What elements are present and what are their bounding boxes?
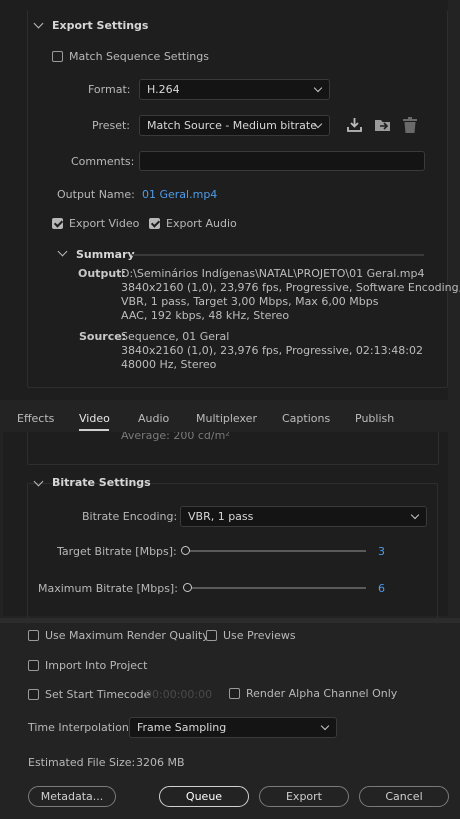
use-max-render-quality-checkbox[interactable] xyxy=(28,630,39,641)
summary-header[interactable]: Summary xyxy=(76,248,135,261)
tab-publish[interactable]: Publish xyxy=(355,412,394,425)
chevron-down-icon xyxy=(313,83,323,93)
set-start-timecode-label[interactable]: Set Start Timecode xyxy=(45,688,150,701)
render-alpha-checkbox[interactable] xyxy=(229,688,240,699)
bitrate-encoding-value: VBR, 1 pass xyxy=(188,510,254,523)
cancel-button[interactable]: Cancel xyxy=(359,786,449,807)
tab-audio[interactable]: Audio xyxy=(138,412,169,425)
preset-value: Match Source - Medium bitrate xyxy=(147,119,317,132)
preset-dropdown[interactable]: Match Source - Medium bitrate xyxy=(139,115,330,136)
save-preset-icon[interactable] xyxy=(346,117,363,133)
time-interpolation-value: Frame Sampling xyxy=(137,721,227,734)
bottom-divider xyxy=(0,618,460,623)
target-bitrate-slider-knob[interactable] xyxy=(181,546,190,555)
use-previews-label[interactable]: Use Previews xyxy=(223,629,296,642)
active-tab-underline xyxy=(79,429,109,431)
export-video-checkbox[interactable] xyxy=(52,218,63,229)
comments-field[interactable] xyxy=(139,151,425,171)
export-video-label[interactable]: Export Video xyxy=(69,217,139,230)
chevron-down-icon xyxy=(320,721,330,731)
chevron-down-icon xyxy=(410,510,420,520)
summary-output-line: AAC, 192 kbps, 48 kHz, Stereo xyxy=(121,309,290,322)
previous-section-box xyxy=(27,432,439,465)
summary-source-line: Sequence, 01 Geral xyxy=(121,330,230,343)
max-bitrate-value[interactable]: 6 xyxy=(378,582,385,595)
summary-divider xyxy=(132,254,424,256)
queue-button[interactable]: Queue xyxy=(159,786,249,807)
export-settings-header[interactable]: Export Settings xyxy=(52,19,148,32)
time-interpolation-label: Time Interpolation: xyxy=(28,721,133,734)
import-preset-icon[interactable] xyxy=(374,117,392,133)
tab-video[interactable]: Video xyxy=(79,412,110,425)
format-label: Format: xyxy=(88,83,131,96)
estimated-file-size-value: 3206 MB xyxy=(136,756,185,769)
format-dropdown[interactable]: H.264 xyxy=(139,79,330,100)
target-bitrate-label: Target Bitrate [Mbps]: xyxy=(57,545,177,558)
bitrate-settings-header[interactable]: Bitrate Settings xyxy=(52,476,151,489)
estimated-file-size-label: Estimated File Size: xyxy=(28,756,136,769)
use-previews-checkbox[interactable] xyxy=(206,630,217,641)
summary-output-label: Output: xyxy=(78,267,126,280)
match-sequence-checkbox[interactable] xyxy=(52,51,63,62)
summary-output-line: 3840x2160 (1,0), 23,976 fps, Progressive… xyxy=(121,281,460,294)
export-button[interactable]: Export xyxy=(259,786,349,807)
tab-effects[interactable]: Effects xyxy=(17,412,54,425)
partial-average-text: Average: 200 cd/m² xyxy=(121,432,230,442)
delete-preset-icon[interactable] xyxy=(403,117,417,133)
tab-multiplexer[interactable]: Multiplexer xyxy=(196,412,257,425)
max-bitrate-slider[interactable] xyxy=(184,587,366,589)
target-bitrate-value[interactable]: 3 xyxy=(378,545,385,558)
render-alpha-label[interactable]: Render Alpha Channel Only xyxy=(246,687,397,700)
format-value: H.264 xyxy=(147,83,180,96)
bitrate-encoding-label: Bitrate Encoding: xyxy=(82,510,178,523)
start-timecode-value[interactable]: 00:00:00:00 xyxy=(145,688,212,701)
metadata-button[interactable]: Metadata... xyxy=(28,786,116,807)
summary-source-line: 48000 Hz, Stereo xyxy=(121,358,217,371)
summary-output-line: D:\Seminários Indígenas\NATAL\PROJETO\01… xyxy=(121,267,425,280)
summary-output-line: VBR, 1 pass, Target 3,00 Mbps, Max 6,00 … xyxy=(121,295,379,308)
preset-label: Preset: xyxy=(92,119,131,132)
target-bitrate-slider[interactable] xyxy=(182,550,366,552)
use-max-render-quality-label[interactable]: Use Maximum Render Quality xyxy=(45,629,209,642)
match-sequence-label[interactable]: Match Sequence Settings xyxy=(69,50,209,63)
export-audio-label[interactable]: Export Audio xyxy=(166,217,237,230)
summary-source-line: 3840x2160 (1,0), 23,976 fps, Progressive… xyxy=(121,344,424,357)
import-into-project-label[interactable]: Import Into Project xyxy=(45,659,147,672)
max-bitrate-label: Maximum Bitrate [Mbps]: xyxy=(38,582,178,595)
output-name-label: Output Name: xyxy=(57,188,135,201)
bitrate-encoding-dropdown[interactable]: VBR, 1 pass xyxy=(180,506,427,527)
tab-captions[interactable]: Captions xyxy=(282,412,330,425)
summary-source-label: Source: xyxy=(79,330,127,343)
max-bitrate-slider-knob[interactable] xyxy=(183,583,192,592)
import-into-project-checkbox[interactable] xyxy=(28,660,39,671)
comments-label: Comments: xyxy=(71,155,135,168)
output-name-link[interactable]: 01 Geral.mp4 xyxy=(142,188,217,201)
export-audio-checkbox[interactable] xyxy=(149,218,160,229)
time-interpolation-dropdown[interactable]: Frame Sampling xyxy=(129,717,337,738)
set-start-timecode-checkbox[interactable] xyxy=(28,689,39,700)
